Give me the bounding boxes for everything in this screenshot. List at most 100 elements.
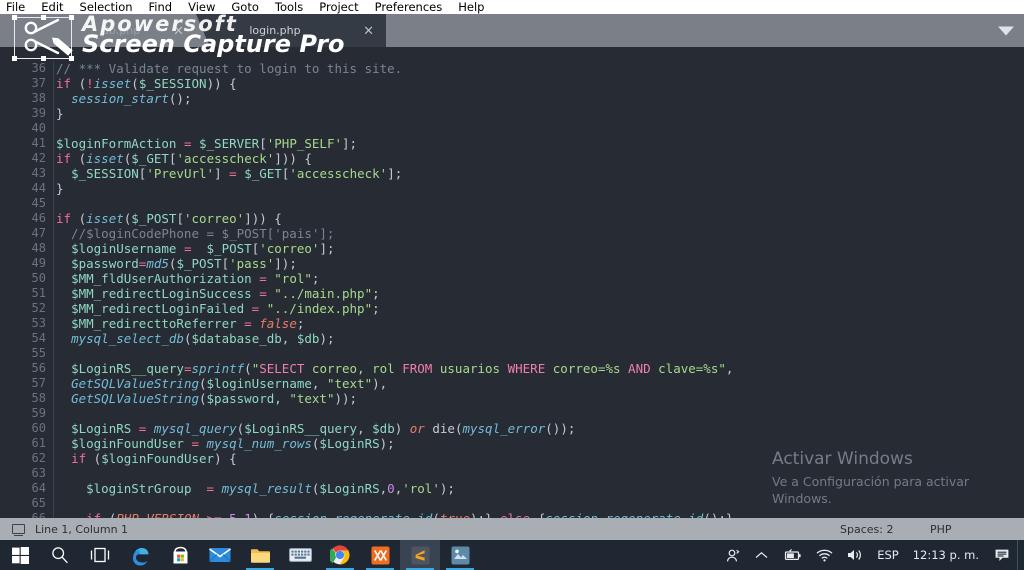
code-editor[interactable]: 36 // *** Validate request to login to th… bbox=[0, 47, 1024, 518]
menu-item-file[interactable]: File bbox=[0, 0, 33, 14]
indent-guide bbox=[53, 211, 54, 226]
token: ( bbox=[86, 451, 102, 466]
code-line[interactable]: 54 mysql_select_db($database_db, $db); bbox=[0, 331, 1024, 346]
code-line[interactable]: 43 $_SESSION['PrevUrl'] = $_GET['accessc… bbox=[0, 166, 1024, 181]
menu-item-project[interactable]: Project bbox=[311, 0, 366, 14]
line-source: $_SESSION['PrevUrl'] = $_GET['accesschec… bbox=[56, 166, 402, 181]
language-indicator[interactable]: ESP bbox=[871, 548, 905, 562]
code-line[interactable]: 59 bbox=[0, 406, 1024, 421]
token: clave=%s" bbox=[650, 361, 726, 376]
code-line[interactable]: 38 session_start(); bbox=[0, 91, 1024, 106]
code-line[interactable]: 44} bbox=[0, 181, 1024, 196]
chevron-down-icon[interactable] bbox=[998, 26, 1014, 35]
store-button[interactable] bbox=[160, 540, 200, 570]
code-line[interactable]: 42 if (isset($_GET['accesscheck'])) { bbox=[0, 151, 1024, 166]
task-view-button[interactable] bbox=[80, 540, 120, 570]
marquee-handle bbox=[12, 56, 17, 61]
token: ( bbox=[101, 511, 117, 518]
sublime-text-button[interactable] bbox=[400, 540, 440, 570]
mail-button[interactable] bbox=[200, 540, 240, 570]
code-line[interactable]: 41 $loginFormAction = $_SERVER['PHP_SELF'… bbox=[0, 136, 1024, 151]
code-line[interactable]: 65 bbox=[0, 496, 1024, 511]
code-line[interactable]: 53 $MM_redirecttoReferrer = false; bbox=[0, 316, 1024, 331]
edge-button[interactable] bbox=[120, 540, 160, 570]
status-indentation[interactable]: Spaces: 2 bbox=[840, 523, 893, 536]
menu-item-help[interactable]: Help bbox=[450, 0, 492, 14]
people-icon[interactable] bbox=[719, 540, 748, 570]
code-line[interactable]: 46 if (isset($_POST['correo'])) { bbox=[0, 211, 1024, 226]
wifi-icon[interactable] bbox=[809, 540, 840, 570]
notifications-icon[interactable] bbox=[987, 540, 1017, 570]
menu-item-tools[interactable]: Tools bbox=[267, 0, 311, 14]
code-line[interactable]: 40 bbox=[0, 121, 1024, 136]
clock[interactable]: 12:13 p. m. bbox=[905, 548, 987, 562]
volume-icon[interactable] bbox=[840, 540, 871, 570]
menu-item-selection[interactable]: Selection bbox=[72, 0, 141, 14]
code-line[interactable]: 51 $MM_redirectLoginSuccess = "../main.p… bbox=[0, 286, 1024, 301]
line-source: $loginFoundUser = mysql_num_rows($LoginR… bbox=[56, 436, 395, 451]
menu-item-view[interactable]: View bbox=[180, 0, 223, 14]
token: isset bbox=[93, 76, 132, 91]
line-number: 65 bbox=[31, 496, 46, 510]
indent-guide bbox=[53, 166, 54, 181]
code-line[interactable]: 64 $loginStrGroup = mysql_result($LoginR… bbox=[0, 481, 1024, 496]
search-button[interactable] bbox=[40, 540, 80, 570]
token: ); bbox=[379, 436, 395, 451]
line-source: GetSQLValueString($loginUsername, "text"… bbox=[56, 376, 387, 391]
close-icon[interactable]: × bbox=[173, 24, 184, 37]
token: $_GET bbox=[131, 151, 169, 166]
menu-item-goto[interactable]: Goto bbox=[223, 0, 267, 14]
show-desktop-button[interactable] bbox=[1017, 540, 1024, 570]
token: usuarios bbox=[432, 361, 508, 376]
chrome-button[interactable] bbox=[320, 540, 360, 570]
code-line[interactable]: 61 $loginFoundUser = mysql_num_rows($Log… bbox=[0, 436, 1024, 451]
code-line[interactable]: 58 GetSQLValueString($password, "text"))… bbox=[0, 391, 1024, 406]
file-explorer-button[interactable] bbox=[240, 540, 280, 570]
token: if bbox=[56, 151, 72, 166]
chevron-up-icon[interactable] bbox=[748, 540, 775, 570]
token: 'correo' bbox=[183, 211, 245, 226]
code-line[interactable]: 36 // *** Validate request to login to th… bbox=[0, 61, 1024, 76]
code-line[interactable]: 48 $loginUsername = $_POST['correo']; bbox=[0, 241, 1024, 256]
indent-guide bbox=[53, 256, 54, 271]
code-line[interactable]: 52 $MM_redirectLoginFailed = "../index.p… bbox=[0, 301, 1024, 316]
menu-item-find[interactable]: Find bbox=[141, 0, 181, 14]
token: ( bbox=[199, 391, 207, 406]
token: WHERE bbox=[507, 361, 546, 376]
menu-item-preferences[interactable]: Preferences bbox=[367, 0, 451, 14]
xampp-button[interactable] bbox=[360, 540, 400, 570]
token: );} bbox=[470, 511, 500, 518]
code-line[interactable]: 50 $MM_fldUserAuthorization = "rol"; bbox=[0, 271, 1024, 286]
photoshop-button[interactable] bbox=[440, 540, 480, 570]
keyboard-button[interactable] bbox=[280, 540, 320, 570]
code-line[interactable]: 57 GetSQLValueString($loginUsername, "te… bbox=[0, 376, 1024, 391]
menu-item-edit[interactable]: Edit bbox=[33, 0, 71, 14]
status-bar: Line 1, Column 1 Spaces: 2 PHP bbox=[0, 518, 1024, 540]
code-line[interactable]: 45 bbox=[0, 196, 1024, 211]
indent-guide bbox=[53, 106, 54, 121]
token: mysql_num_rows bbox=[206, 436, 312, 451]
code-line[interactable]: 39} bbox=[0, 106, 1024, 121]
token: = bbox=[176, 241, 199, 256]
code-line[interactable]: 37 if (!isset($_SESSION)) { bbox=[0, 76, 1024, 91]
code-line[interactable]: 66 if (PHP_VERSION >= 5.1) {session_rege… bbox=[0, 511, 1024, 518]
indent-guide bbox=[53, 346, 54, 361]
indent-guide bbox=[53, 496, 54, 511]
battery-icon[interactable] bbox=[775, 540, 809, 570]
code-line[interactable]: 56 $LoginRS__query=sprintf("SELECT corre… bbox=[0, 361, 1024, 376]
status-syntax[interactable]: PHP bbox=[930, 523, 952, 536]
code-line[interactable]: 60 $LoginRS = mysql_query($LoginRS__quer… bbox=[0, 421, 1024, 436]
token: ()); bbox=[545, 421, 576, 436]
code-line[interactable]: 55 bbox=[0, 346, 1024, 361]
close-icon[interactable]: × bbox=[363, 24, 374, 37]
code-line[interactable]: 47 //$loginCodePhone = $_POST['pais']; bbox=[0, 226, 1024, 241]
code-line[interactable]: 62 if ($loginFoundUser) { bbox=[0, 451, 1024, 466]
code-line[interactable]: 49 $password=md5($_POST['pass']); bbox=[0, 256, 1024, 271]
token: $LoginRS__query bbox=[244, 421, 358, 436]
start-button[interactable] bbox=[0, 540, 40, 570]
code-line[interactable]: 63 bbox=[0, 466, 1024, 481]
tab-login-php[interactable]: login.php × bbox=[196, 14, 386, 47]
